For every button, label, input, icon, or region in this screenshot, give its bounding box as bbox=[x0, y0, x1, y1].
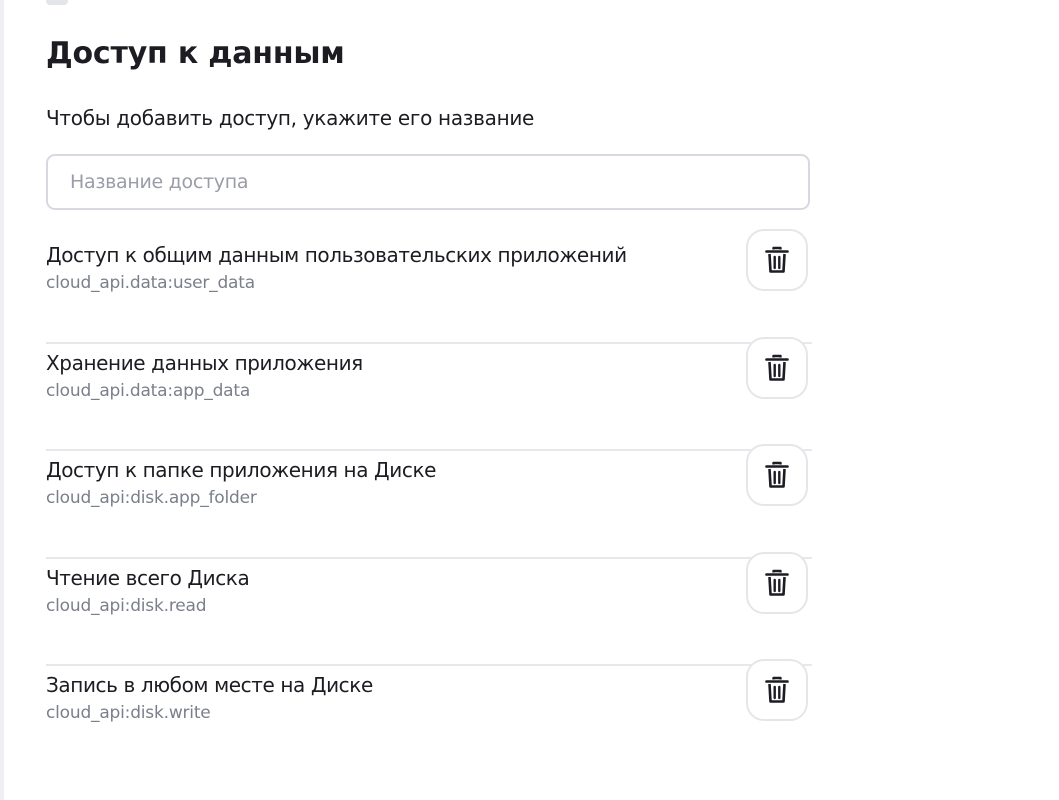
section-hint: Чтобы добавить доступ, укажите его назва… bbox=[46, 106, 535, 130]
trash-icon bbox=[765, 461, 789, 488]
scope-row: Доступ к папке приложения на Диске cloud… bbox=[46, 444, 812, 559]
trash-icon bbox=[765, 354, 789, 381]
scope-id: cloud_api.data:app_data bbox=[46, 380, 251, 401]
section-title: Доступ к данным bbox=[46, 36, 345, 71]
scope-title: Чтение всего Диска bbox=[46, 565, 250, 590]
delete-scope-button[interactable] bbox=[746, 229, 808, 291]
delete-scope-button[interactable] bbox=[746, 551, 808, 614]
delete-scope-button[interactable] bbox=[746, 659, 808, 721]
previous-section-remnant bbox=[46, 0, 68, 5]
scope-title: Хранение данных приложения bbox=[46, 350, 363, 375]
scope-row: Чтение всего Диска cloud_api:disk.read bbox=[46, 551, 812, 666]
scope-title: Доступ к папке приложения на Диске bbox=[46, 458, 437, 482]
scope-title: Запись в любом месте на Диске bbox=[46, 673, 373, 697]
trash-icon bbox=[765, 569, 789, 596]
trash-icon bbox=[765, 246, 789, 273]
scope-title: Доступ к общим данным пользовательских п… bbox=[46, 243, 627, 267]
left-panel-edge bbox=[0, 0, 4, 800]
scope-search-input[interactable] bbox=[68, 170, 788, 194]
scope-row: Доступ к общим данным пользовательских п… bbox=[46, 229, 812, 344]
scope-search-field[interactable] bbox=[46, 154, 810, 210]
data-access-section: Доступ к данным Чтобы добавить доступ, у… bbox=[46, 30, 812, 774]
scope-row: Запись в любом месте на Диске cloud_api:… bbox=[46, 659, 812, 774]
scope-list: Доступ к общим данным пользовательских п… bbox=[46, 229, 812, 774]
scope-row: Хранение данных приложения cloud_api.dat… bbox=[46, 336, 812, 451]
trash-icon bbox=[765, 676, 789, 703]
delete-scope-button[interactable] bbox=[746, 444, 808, 506]
scope-id: cloud_api:disk.read bbox=[46, 595, 207, 616]
scope-id: cloud_api:disk.write bbox=[46, 703, 211, 723]
scope-id: cloud_api:disk.app_folder bbox=[46, 488, 257, 508]
scope-id: cloud_api.data:user_data bbox=[46, 273, 255, 293]
delete-scope-button[interactable] bbox=[746, 336, 808, 399]
